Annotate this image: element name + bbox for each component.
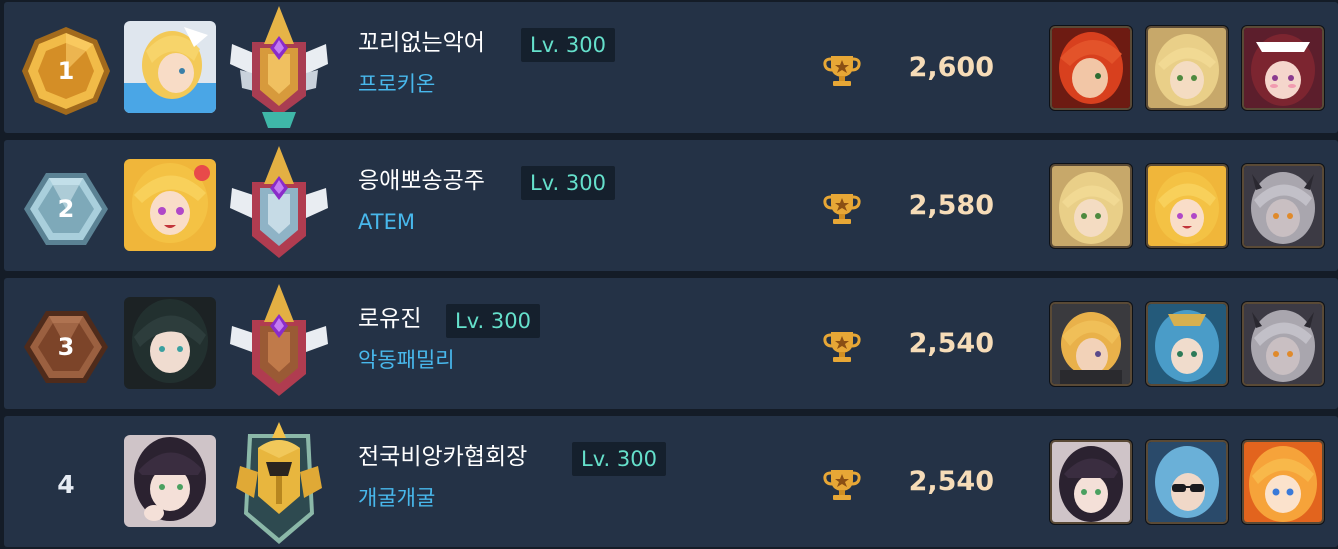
ranking-row-1[interactable]: 1 꼬리없는악어 Lv. 300 프로키온 2,600	[4, 2, 1338, 133]
blonde-girl-avatar-icon	[124, 159, 216, 251]
ranking-row-4[interactable]: 4 전국비앙카협회장 Lv. 300 개굴개굴 2,540	[4, 416, 1338, 547]
guild-name[interactable]: 프로키온	[358, 68, 435, 100]
player-name[interactable]: 전국비앙카협회장	[358, 440, 527, 474]
hero-slot-2[interactable]	[1146, 26, 1228, 110]
guild-name[interactable]: 개굴개굴	[358, 482, 435, 514]
level-badge: Lv. 300	[521, 166, 615, 200]
player-name[interactable]: 로유진	[358, 302, 421, 336]
hero-slot-1[interactable]	[1050, 164, 1132, 248]
level-badge: Lv. 300	[572, 442, 666, 476]
rank-number: 1	[57, 57, 75, 85]
blonde-hero-icon	[1148, 28, 1226, 108]
level-badge: Lv. 300	[446, 304, 540, 338]
hero-slot-3[interactable]	[1242, 440, 1324, 524]
level-badge: Lv. 300	[521, 28, 615, 62]
hero-slot-1[interactable]	[1050, 302, 1132, 386]
trophy-icon	[822, 188, 862, 228]
silver-shield-wings-emblem-icon	[226, 142, 332, 270]
player-avatar[interactable]	[124, 21, 216, 113]
maid-hero-icon	[1244, 28, 1322, 108]
player-name[interactable]: 꼬리없는악어	[358, 26, 485, 60]
hero-slot-2[interactable]	[1146, 440, 1228, 524]
gold-shield-wings-emblem-icon	[226, 4, 332, 132]
hero-slot-1[interactable]	[1050, 26, 1132, 110]
blonde-hero-icon	[1052, 166, 1130, 246]
player-avatar[interactable]	[124, 159, 216, 251]
bronze-shield-wings-emblem-icon	[226, 280, 332, 408]
gold-rank-badge-icon: 1	[20, 25, 112, 117]
hero-slot-3[interactable]	[1242, 302, 1324, 386]
player-avatar[interactable]	[124, 435, 216, 527]
hero-slot-2[interactable]	[1146, 164, 1228, 248]
score: 2,600	[908, 52, 994, 83]
score: 2,540	[908, 328, 994, 359]
dark-haired-girl-avatar-icon	[124, 435, 216, 527]
silver-rank-badge-icon: 2	[20, 163, 112, 255]
hero-slot-2[interactable]	[1146, 302, 1228, 386]
player-name[interactable]: 응애뽀송공주	[358, 164, 485, 198]
rank-number: 3	[57, 333, 75, 361]
guild-name[interactable]: 악동패밀리	[358, 344, 455, 376]
trophy-icon	[822, 50, 862, 90]
ranking-row-2[interactable]: 2 응애뽀송공주 Lv. 300 ATEM 2,580	[4, 140, 1338, 271]
sunglasses-hero-icon	[1148, 442, 1226, 522]
hero-slot-3[interactable]	[1242, 164, 1324, 248]
hero-slot-3[interactable]	[1242, 26, 1324, 110]
ranking-row-3[interactable]: 3 로유진 Lv. 300 악동패밀리 2,540	[4, 278, 1338, 409]
blonde-girl-hero-icon	[1148, 166, 1226, 246]
rank-number: 2	[57, 195, 75, 223]
dark-haired-avatar-icon	[124, 297, 216, 389]
gray-haired-hero-icon	[1244, 166, 1322, 246]
rank-number: 4	[57, 469, 75, 499]
dark-haired-girl-hero-icon	[1052, 442, 1130, 522]
blonde-boy-hero-icon	[1052, 304, 1130, 384]
orange-haired-hero-icon	[1244, 442, 1322, 522]
blue-haired-hero-icon	[1148, 304, 1226, 384]
guild-name[interactable]: ATEM	[358, 206, 415, 238]
gold-helmet-emblem-icon	[226, 418, 332, 546]
gray-haired-hero-icon	[1244, 304, 1322, 384]
score: 2,540	[908, 466, 994, 497]
trophy-icon	[822, 464, 862, 504]
bronze-rank-badge-icon: 3	[20, 301, 112, 393]
score: 2,580	[908, 190, 994, 221]
red-haired-hero-icon	[1052, 28, 1130, 108]
trophy-icon	[822, 326, 862, 366]
hero-slot-1[interactable]	[1050, 440, 1132, 524]
player-avatar[interactable]	[124, 297, 216, 389]
blonde-character-avatar-icon	[124, 21, 216, 113]
